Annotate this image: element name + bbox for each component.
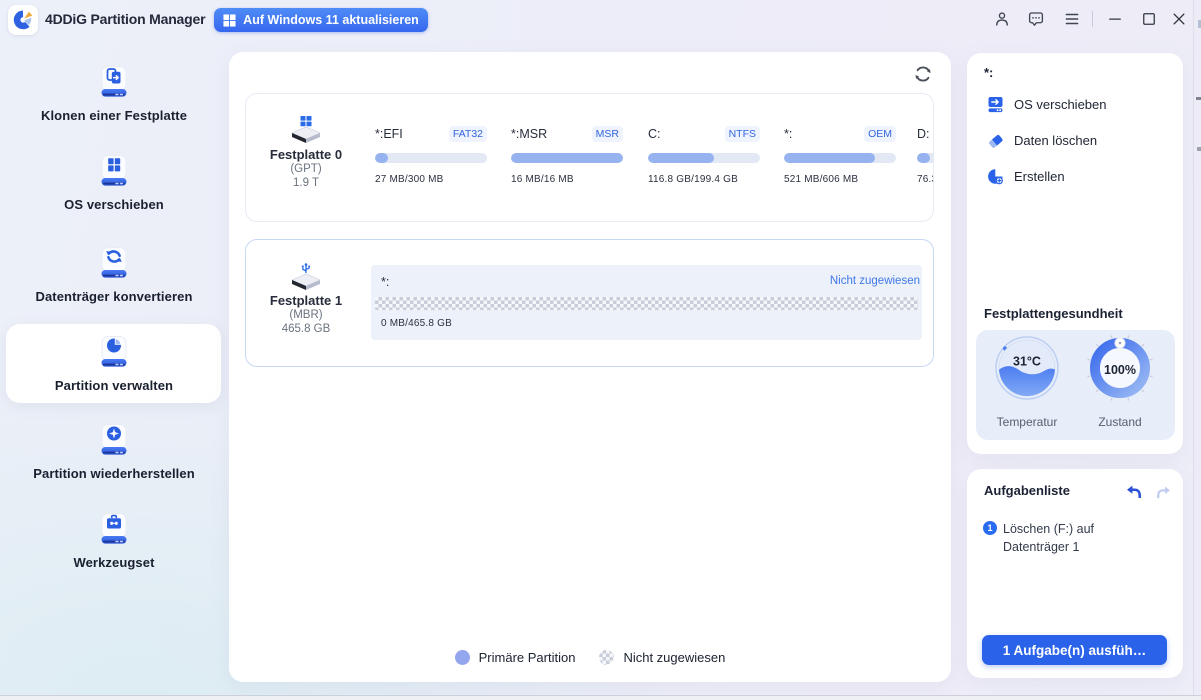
svg-text:31°C: 31°C bbox=[1013, 355, 1041, 369]
svg-text:100%: 100% bbox=[1104, 363, 1136, 377]
